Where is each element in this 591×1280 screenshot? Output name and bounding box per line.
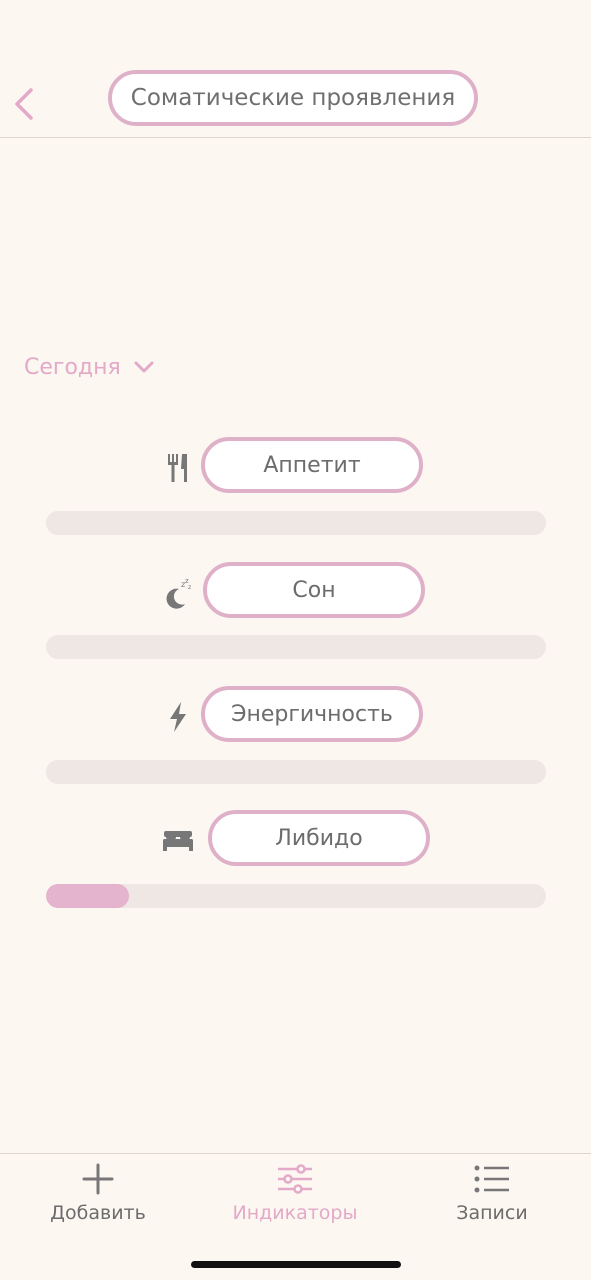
tab-add-label: Добавить [50, 1202, 146, 1224]
indicator-appetite-button[interactable]: Аппетит [201, 437, 423, 493]
indicator-libido-slider[interactable] [46, 884, 546, 908]
tab-records[interactable]: Записи [417, 1162, 567, 1232]
svg-text:z: z [188, 584, 191, 591]
indicator-sleep-slider[interactable] [46, 635, 546, 659]
list-icon [474, 1165, 509, 1193]
tab-add[interactable]: Добавить [23, 1162, 173, 1232]
indicator-libido-fill [46, 884, 129, 908]
screen: Соматические проявления Сегодня Аппетит … [0, 0, 591, 1280]
sliders-icon [278, 1164, 312, 1194]
bed-icon [160, 826, 196, 854]
fork-knife-icon [164, 450, 192, 486]
sleep-moon-icon: z z z [162, 574, 196, 610]
chevron-left-icon [15, 88, 33, 120]
tabbar-divider [0, 1153, 591, 1154]
header-divider [0, 137, 591, 138]
indicator-libido-button[interactable]: Либидо [208, 810, 430, 866]
lightning-icon [164, 700, 192, 734]
indicator-energy-slider[interactable] [46, 760, 546, 784]
tab-indicators[interactable]: Индикаторы [220, 1162, 370, 1232]
chevron-down-icon [134, 361, 154, 373]
indicator-sleep-button[interactable]: Сон [203, 562, 425, 618]
date-selector[interactable]: Сегодня [24, 350, 155, 384]
tab-records-label: Записи [456, 1202, 528, 1224]
back-button[interactable] [6, 82, 42, 126]
indicator-energy-button[interactable]: Энергичность [201, 686, 423, 742]
home-indicator [191, 1261, 401, 1268]
tab-indicators-label: Индикаторы [232, 1202, 358, 1224]
page-title: Соматические проявления [108, 70, 478, 126]
indicator-appetite-slider[interactable] [46, 511, 546, 535]
date-label: Сегодня [24, 354, 121, 380]
plus-icon [82, 1163, 114, 1195]
